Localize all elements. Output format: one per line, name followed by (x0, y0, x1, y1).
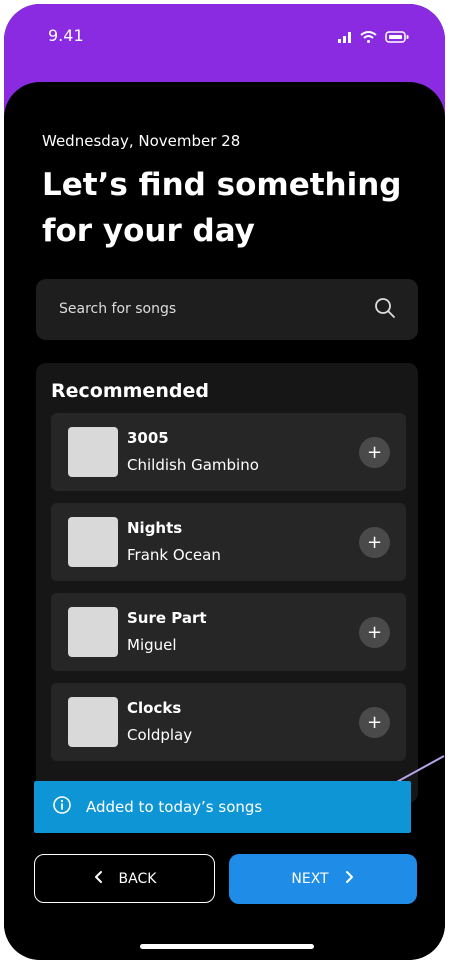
date-label: Wednesday, November 28 (42, 132, 241, 150)
phone-screen: 9.41 Wednesday, November 28 Let’s find s… (4, 4, 445, 960)
add-song-button[interactable]: + (359, 707, 390, 738)
album-art (68, 427, 118, 477)
next-button[interactable]: NEXT (229, 854, 417, 904)
add-song-button[interactable]: + (359, 437, 390, 468)
album-art (68, 607, 118, 657)
toast-notification: Added to today’s songs (34, 781, 411, 833)
status-icons (338, 28, 409, 47)
home-indicator[interactable] (140, 944, 314, 949)
song-row[interactable]: 3005 Childish Gambino + (51, 413, 406, 491)
search-placeholder: Search for songs (59, 301, 177, 317)
album-art (68, 697, 118, 747)
signal-icon (338, 28, 352, 47)
search-input[interactable]: Search for songs (36, 279, 418, 340)
add-song-button[interactable]: + (359, 527, 390, 558)
status-time: 9.41 (48, 26, 84, 45)
wifi-icon (360, 28, 377, 47)
song-row[interactable]: Nights Frank Ocean + (51, 503, 406, 581)
album-art (68, 517, 118, 567)
song-title: 3005 (127, 429, 169, 447)
song-artist: Miguel (127, 636, 177, 654)
song-artist: Coldplay (127, 726, 193, 744)
battery-icon (385, 28, 409, 47)
song-artist: Frank Ocean (127, 546, 221, 564)
search-icon[interactable] (374, 297, 396, 323)
next-label: NEXT (291, 871, 329, 887)
recommended-title: Recommended (51, 380, 209, 402)
chevron-right-icon (345, 870, 355, 888)
back-button[interactable]: BACK (34, 854, 215, 903)
song-title: Nights (127, 519, 183, 537)
back-label: BACK (118, 870, 157, 887)
toast-text: Added to today’s songs (86, 798, 263, 816)
chevron-left-icon (93, 870, 103, 888)
add-song-button[interactable]: + (359, 617, 390, 648)
song-artist: Childish Gambino (127, 456, 259, 474)
info-icon (52, 795, 72, 819)
song-row[interactable]: Sure Part Miguel + (51, 593, 406, 671)
page-title: Let’s find something for your day (42, 167, 402, 249)
recommended-panel: Recommended 3005 Childish Gambino + Nigh… (36, 363, 418, 803)
song-title: Sure Part (127, 609, 207, 627)
song-row[interactable]: Clocks Coldplay + (51, 683, 406, 761)
song-title: Clocks (127, 699, 182, 717)
